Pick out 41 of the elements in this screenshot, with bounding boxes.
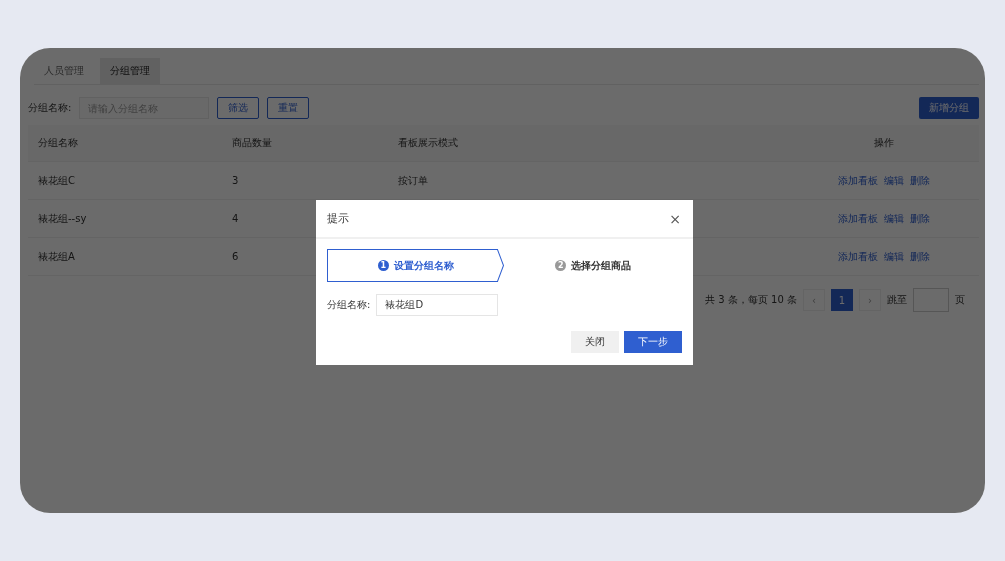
step-number: 2 <box>555 260 567 271</box>
prev-page-button[interactable]: ‹ <box>803 289 825 311</box>
column-header: 商品数量 <box>231 136 273 150</box>
next-button[interactable]: 下一步 <box>624 331 682 353</box>
total-summary: 共 3 条，每页 10 条 <box>705 293 797 307</box>
page-button[interactable]: 1 <box>831 289 853 311</box>
table-cell: 6 <box>232 251 239 262</box>
close-dialog-button[interactable]: 关闭 <box>571 331 619 353</box>
add-group-button[interactable]: 新增分组 <box>919 97 979 119</box>
page-suffix: 页 <box>955 293 965 307</box>
filter-label: 分组名称: <box>28 101 72 115</box>
table-cell: 按订单 <box>398 174 428 186</box>
table-cell: 裱花组A <box>38 250 75 262</box>
jump-label: 跳至 <box>887 293 907 307</box>
table-cell: 4 <box>232 213 239 224</box>
column-header: 看板展示模式 <box>397 136 459 150</box>
dialog-title: 提示 <box>327 211 349 226</box>
action-link[interactable]: 删除 <box>909 211 930 226</box>
step-label: 设置分组名称 <box>393 258 454 273</box>
filter-button[interactable]: 重置 <box>267 97 310 119</box>
tab[interactable]: 分组管理 <box>100 58 160 84</box>
step-label: 选择分组商品 <box>571 258 632 273</box>
action-link[interactable]: 添加看板 <box>837 211 878 226</box>
action-link[interactable]: 删除 <box>909 249 930 264</box>
action-link[interactable]: 删除 <box>909 173 930 188</box>
column-header: 操作 <box>872 136 895 150</box>
field-label: 分组名称: <box>327 298 371 312</box>
action-link[interactable]: 添加看板 <box>837 173 878 188</box>
close-button[interactable]: × <box>669 210 681 227</box>
step-number: 1 <box>377 260 389 271</box>
action-link[interactable]: 编辑 <box>883 173 904 188</box>
column-header: 分组名称 <box>37 136 79 150</box>
group-name-field[interactable]: 裱花组D <box>376 294 499 316</box>
action-link[interactable]: 添加看板 <box>837 249 878 264</box>
table-cell: 3 <box>232 175 239 186</box>
next-page-button[interactable]: › <box>859 289 881 311</box>
action-link[interactable]: 编辑 <box>883 211 904 226</box>
table-cell: 裱花组C <box>38 174 75 186</box>
action-link[interactable]: 编辑 <box>883 249 904 264</box>
table-cell: 裱花组--sy <box>38 212 87 224</box>
filter-button[interactable]: 筛选 <box>217 97 260 119</box>
